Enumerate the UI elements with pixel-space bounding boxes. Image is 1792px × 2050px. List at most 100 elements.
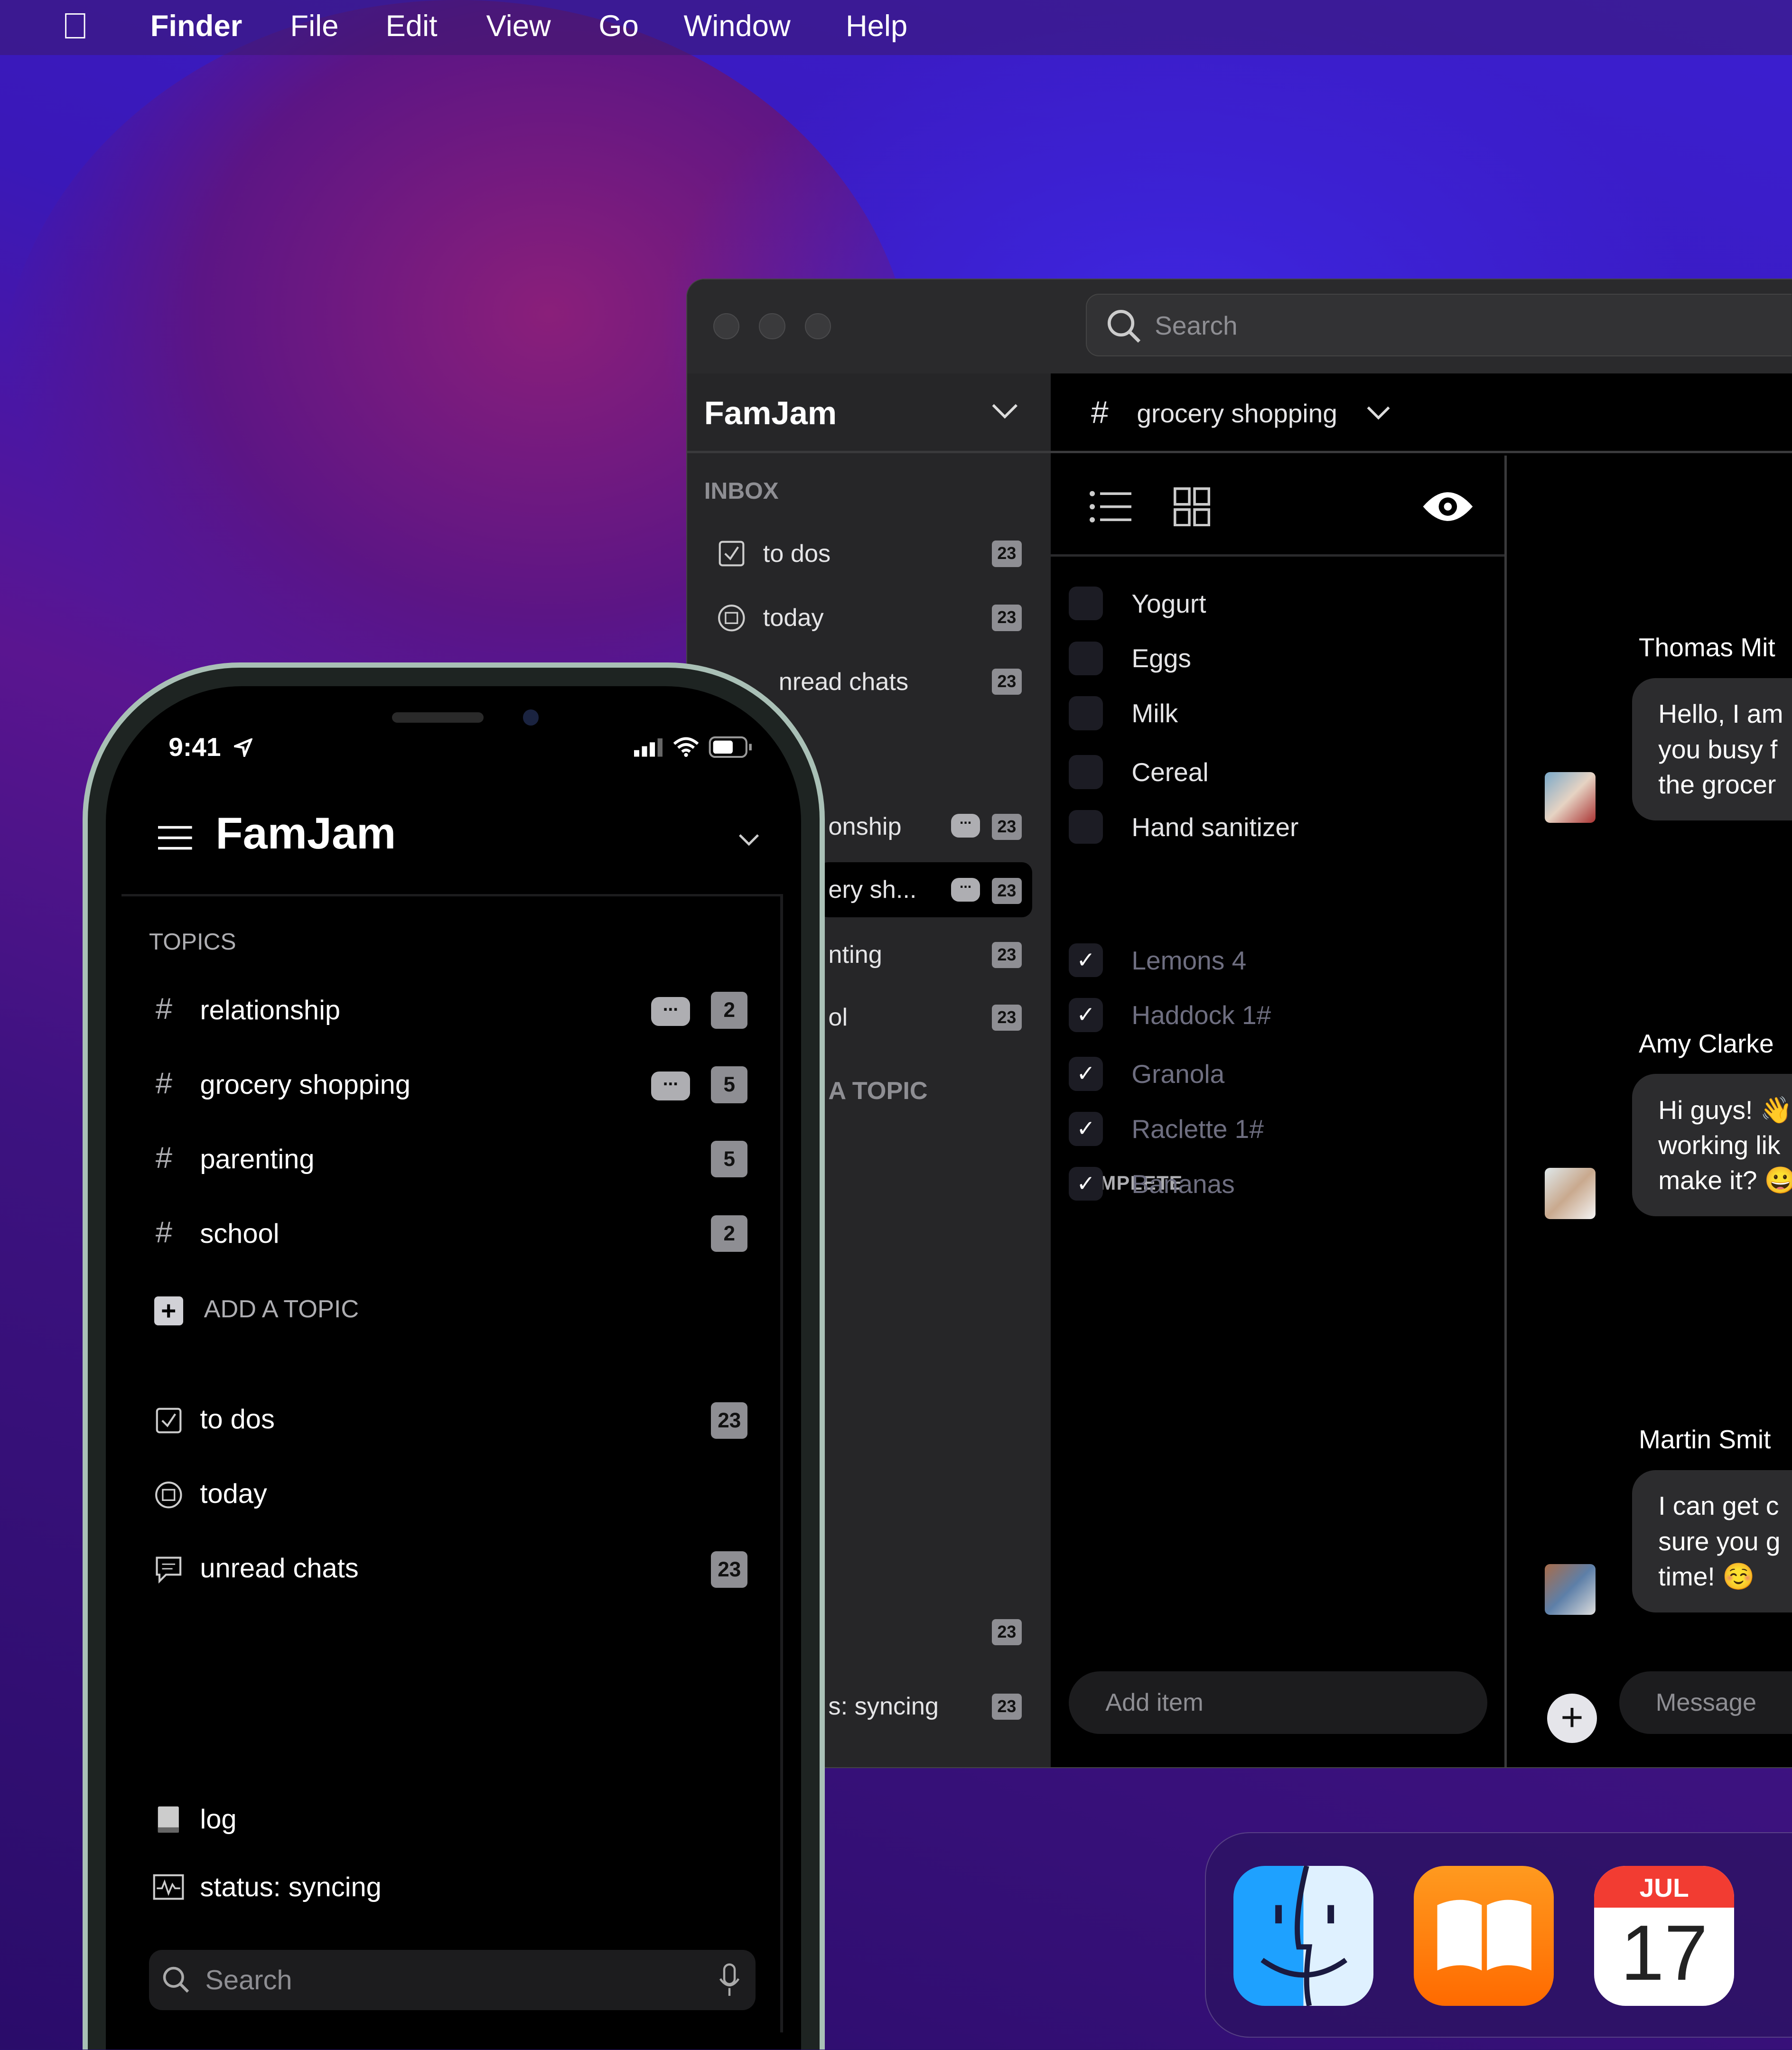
grid-view-icon[interactable] xyxy=(1173,487,1210,527)
add-item-input[interactable]: Add item xyxy=(1069,1671,1487,1734)
chat-icon xyxy=(156,1556,182,1584)
message-bubble[interactable]: Hello, I am you busy f the grocer xyxy=(1632,678,1792,820)
chevron-down-icon xyxy=(992,404,1017,419)
checkbox[interactable] xyxy=(1069,810,1103,844)
plus-square-icon: + xyxy=(154,1296,183,1325)
list-item[interactable]: Hand sanitizer xyxy=(1069,807,1298,847)
chat-bubble-icon: ... xyxy=(651,996,691,1026)
notch-speaker xyxy=(392,712,484,723)
dock: JUL 17 xyxy=(1205,1832,1792,2038)
avatar[interactable] xyxy=(1544,1168,1596,1219)
search-input[interactable]: Search xyxy=(1085,293,1792,357)
sender-name: Amy Clarke xyxy=(1638,1028,1774,1058)
search-icon xyxy=(163,1967,189,1993)
sender-name: Thomas Mit xyxy=(1638,633,1775,662)
message-bubble[interactable]: Hi guys! 👋 working lik make it? 😀 xyxy=(1632,1074,1792,1217)
wifi-icon xyxy=(673,737,699,757)
calendar-icon xyxy=(155,1482,182,1509)
log-badge: 23 xyxy=(991,1619,1022,1645)
message-input[interactable]: Message xyxy=(1619,1671,1792,1734)
channel-title: grocery shopping xyxy=(1137,399,1337,429)
chevron-down-icon xyxy=(1367,406,1390,420)
menu-file[interactable]: File xyxy=(290,9,338,43)
chevron-down-icon[interactable] xyxy=(738,834,759,847)
menu-edit[interactable]: Edit xyxy=(385,9,437,43)
checkbox-checked[interactable]: ✓ xyxy=(1069,998,1103,1033)
dock-books-icon[interactable] xyxy=(1414,1866,1554,2006)
checkbox[interactable] xyxy=(1069,696,1103,730)
add-attachment-button[interactable]: + xyxy=(1547,1693,1597,1743)
checkbox[interactable] xyxy=(1069,755,1103,789)
search-icon xyxy=(1107,310,1140,343)
apple-icon[interactable]:  xyxy=(61,5,89,47)
close-button[interactable] xyxy=(713,313,740,340)
list-item-complete[interactable]: ✓ Haddock 1# xyxy=(1069,996,1271,1035)
sidebar-topic-grocery-shopping[interactable]: ery sh... ... 23 xyxy=(818,862,1033,917)
app-window: Search FamJam INBOX to dos 23 today 23 n… xyxy=(686,278,1792,1769)
minimize-button[interactable] xyxy=(759,313,785,340)
dock-finder-icon[interactable] xyxy=(1233,1866,1373,2006)
avatar[interactable] xyxy=(1544,772,1596,823)
title-bar: Search xyxy=(687,279,1792,373)
divider xyxy=(121,894,783,897)
list-toolbar xyxy=(1050,456,1504,557)
calendar-month: JUL xyxy=(1594,1866,1735,1908)
chat-bubble-icon: ... xyxy=(951,876,980,902)
phone-search-input[interactable]: Search xyxy=(149,1950,756,2010)
finder-face-icon xyxy=(1260,1866,1348,2006)
list-item[interactable]: Cereal xyxy=(1069,753,1209,792)
open-book-icon xyxy=(1437,1900,1532,1971)
menu-bar:  Finder File Edit View Go Window Help xyxy=(0,0,1792,55)
menu-view[interactable]: View xyxy=(486,9,551,43)
eye-icon[interactable] xyxy=(1420,488,1475,525)
menu-window[interactable]: Window xyxy=(683,9,790,43)
chat-panel: Thomas Mit Hello, I am you busy f the groce… xyxy=(1508,456,1792,1767)
inbox-heading: INBOX xyxy=(704,477,779,504)
list-item-complete[interactable]: ✓ Lemons 4 xyxy=(1069,941,1246,980)
checkbox-icon xyxy=(719,541,745,567)
checkbox-checked[interactable]: ✓ xyxy=(1069,943,1103,978)
list-item-complete[interactable]: ✓ Granola xyxy=(1069,1054,1224,1094)
sender-name: Martin Smit xyxy=(1638,1425,1771,1454)
signal-icon xyxy=(634,738,663,757)
list-item[interactable]: Milk xyxy=(1069,694,1178,733)
message-bubble[interactable]: I can get c sure you g time! ☺️ xyxy=(1632,1470,1792,1612)
list-item[interactable]: Eggs xyxy=(1069,639,1191,678)
chat-bubble-icon: ... xyxy=(651,1071,691,1100)
calendar-day: 17 xyxy=(1620,1909,1708,1997)
list-item-complete[interactable]: ✓ Raclette 1# xyxy=(1069,1109,1264,1149)
checkbox[interactable] xyxy=(1069,586,1103,621)
desktop:  Finder File Edit View Go Window Help S… xyxy=(0,0,1792,2050)
book-icon xyxy=(158,1806,179,1833)
dock-calendar-icon[interactable]: JUL 17 xyxy=(1594,1866,1735,2006)
channel-header[interactable]: # grocery shopping xyxy=(1050,373,1792,453)
chat-bubble-icon: ... xyxy=(951,812,980,838)
avatar[interactable] xyxy=(1544,1564,1596,1615)
add-topic-button[interactable]: A TOPIC xyxy=(828,1077,927,1105)
checkbox-icon xyxy=(156,1407,182,1434)
battery-icon xyxy=(709,736,752,758)
checkbox[interactable] xyxy=(1069,641,1103,676)
divider-vertical xyxy=(780,895,783,2032)
workspace-switcher[interactable]: FamJam xyxy=(687,373,1051,453)
checkbox-checked[interactable]: ✓ xyxy=(1069,1166,1103,1201)
checkbox-checked[interactable]: ✓ xyxy=(1069,1057,1103,1091)
location-arrow-icon xyxy=(233,738,252,757)
list-item-complete[interactable]: ✓ Bananas xyxy=(1069,1164,1235,1203)
iphone: 9:41 FamJam TOPICS # relationship... 2 # gro… xyxy=(82,662,825,2050)
calendar-icon xyxy=(718,604,745,632)
list-item[interactable]: Yogurt xyxy=(1069,584,1206,623)
checkbox-checked[interactable]: ✓ xyxy=(1069,1112,1103,1146)
menu-finder[interactable]: Finder xyxy=(150,9,243,43)
menu-go[interactable]: Go xyxy=(598,9,638,43)
menu-help[interactable]: Help xyxy=(846,9,907,43)
status-time: 9:41 xyxy=(168,732,221,762)
activity-icon xyxy=(153,1874,184,1900)
hamburger-menu-icon[interactable] xyxy=(158,825,192,851)
grocery-list-panel: Yogurt Eggs Milk Cereal Hand sanitizer COMPL… xyxy=(1050,456,1507,1768)
microphone-icon[interactable] xyxy=(719,1963,740,1997)
phone-title: FamJam xyxy=(215,808,396,858)
zoom-button[interactable] xyxy=(804,313,831,340)
topics-heading: TOPICS xyxy=(149,928,236,955)
list-view-icon[interactable] xyxy=(1090,490,1132,524)
